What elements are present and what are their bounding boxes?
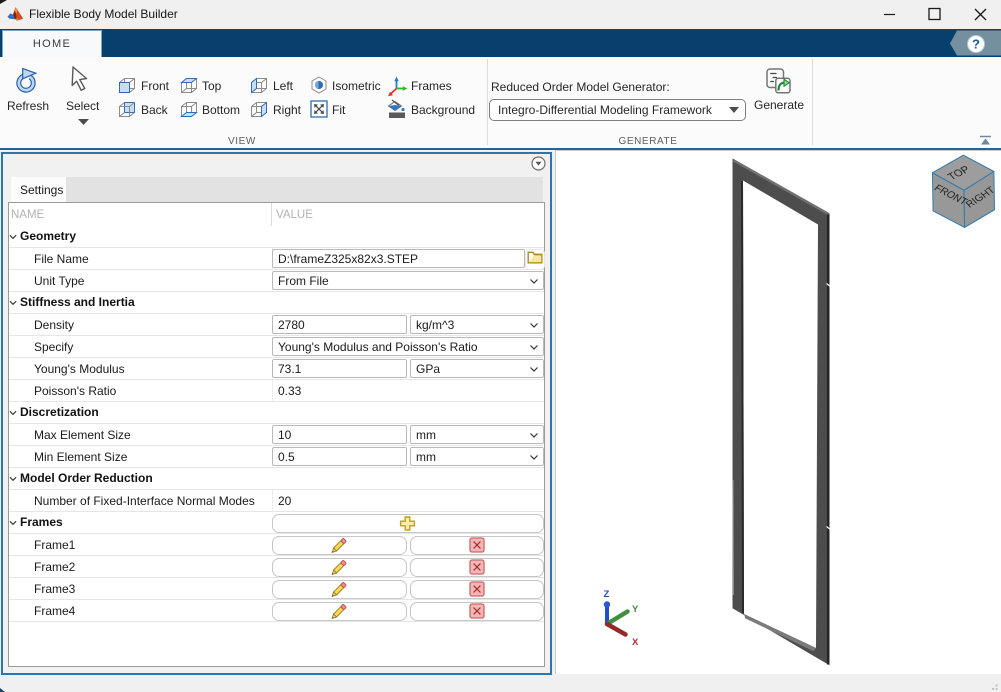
svg-text:Z: Z — [604, 589, 610, 600]
svg-text:?: ? — [972, 37, 980, 52]
svg-text:Y: Y — [632, 604, 639, 615]
svg-text:X: X — [632, 637, 639, 648]
